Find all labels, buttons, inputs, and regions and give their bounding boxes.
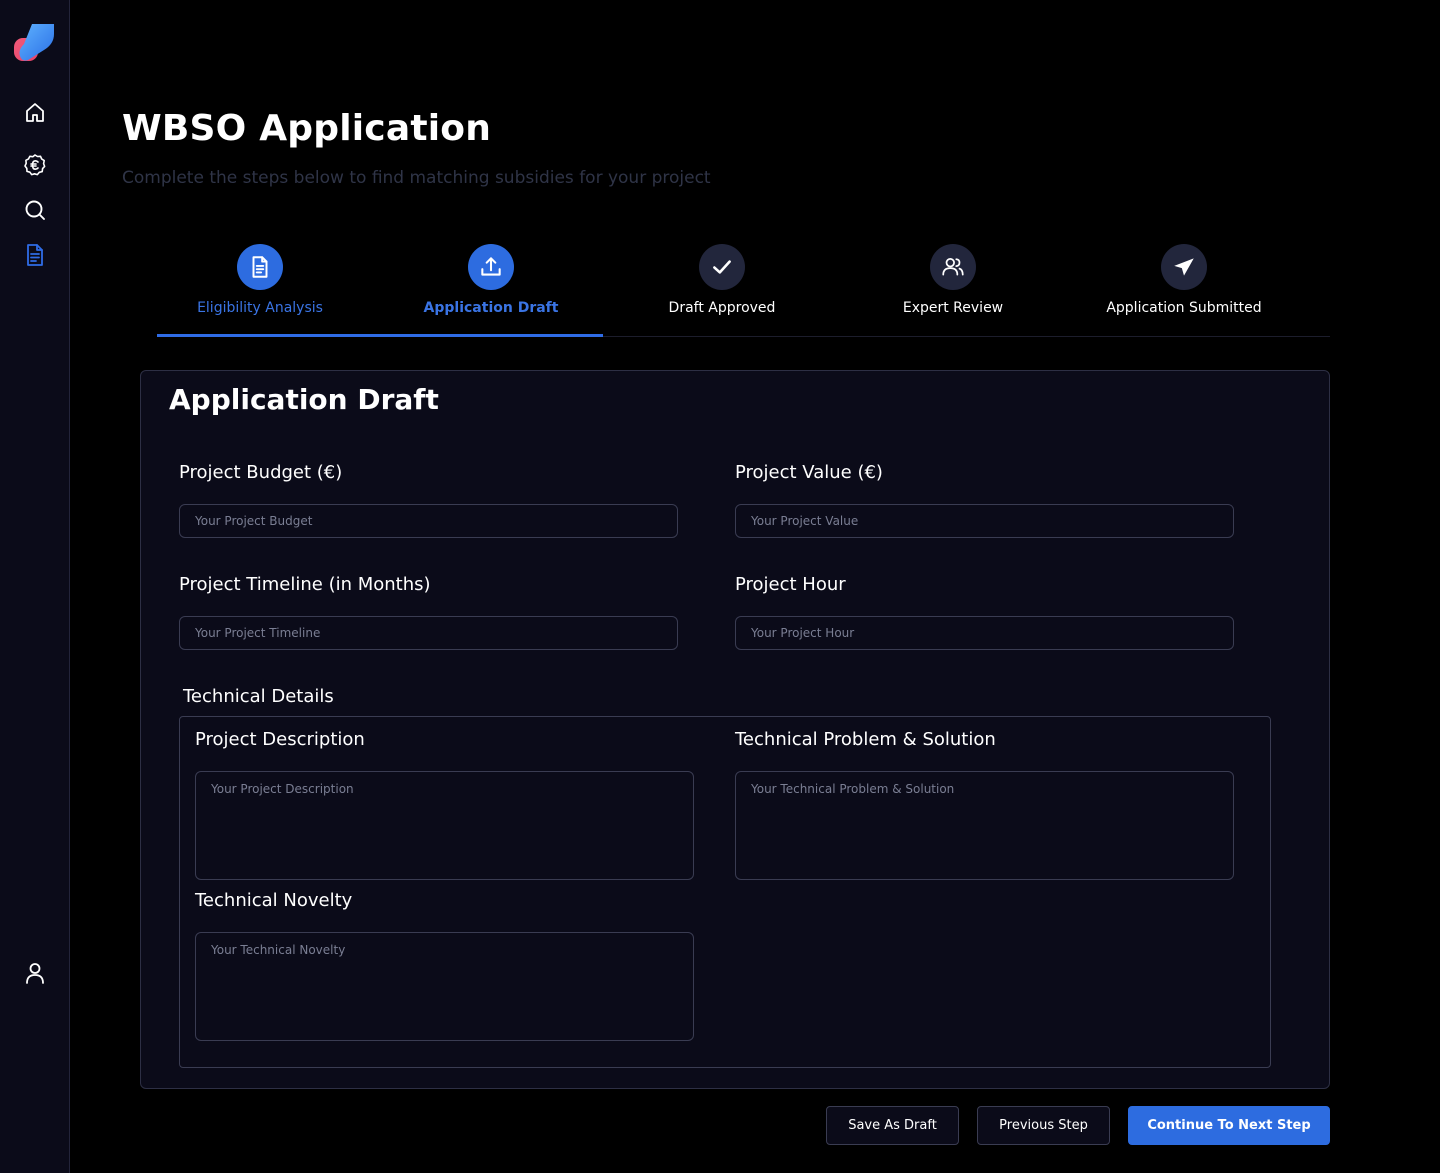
document-icon (237, 244, 283, 290)
project-timeline-input[interactable] (179, 616, 678, 650)
project-value-label: Project Value (€) (735, 462, 883, 483)
project-value-input[interactable] (735, 504, 1234, 538)
card-title: Application Draft (169, 383, 439, 416)
technical-details-section: Project Description Technical Problem & … (179, 716, 1271, 1068)
home-icon[interactable] (22, 100, 48, 126)
send-icon (1161, 244, 1207, 290)
project-description-textarea[interactable] (195, 771, 694, 880)
application-draft-card: Application Draft Project Budget (€) Pro… (140, 370, 1330, 1089)
project-budget-input[interactable] (179, 504, 678, 538)
project-budget-label: Project Budget (€) (179, 462, 343, 483)
step-label: Draft Approved (668, 300, 776, 316)
project-hour-input[interactable] (735, 616, 1234, 650)
project-hour-label: Project Hour (735, 574, 846, 595)
technical-details-label: Technical Details (183, 686, 334, 707)
step-label: Eligibility Analysis (197, 300, 323, 316)
step-label: Expert Review (902, 300, 1004, 316)
project-description-label: Project Description (195, 729, 365, 750)
progress-stepper: Eligibility Analysis Application Draft D… (157, 244, 1330, 338)
step-application-draft[interactable]: Application Draft (376, 244, 606, 316)
page-subtitle: Complete the steps below to find matchin… (122, 168, 711, 188)
step-label: Application Draft (423, 300, 559, 316)
step-label: Application Submitted (1106, 300, 1262, 316)
stepper-progress-bar (157, 334, 603, 337)
step-application-submitted[interactable]: Application Submitted (1069, 244, 1299, 316)
technical-problem-label: Technical Problem & Solution (735, 729, 996, 750)
sidebar (0, 0, 70, 1173)
upload-icon (468, 244, 514, 290)
continue-next-step-button[interactable]: Continue To Next Step (1128, 1106, 1330, 1145)
step-eligibility-analysis[interactable]: Eligibility Analysis (145, 244, 375, 316)
save-as-draft-button[interactable]: Save As Draft (826, 1106, 959, 1145)
project-timeline-label: Project Timeline (in Months) (179, 574, 431, 595)
app-logo[interactable] (14, 24, 56, 62)
user-icon[interactable] (22, 960, 48, 986)
document-icon[interactable] (22, 242, 48, 268)
step-expert-review[interactable]: Expert Review (838, 244, 1068, 316)
euro-coin-icon[interactable] (22, 152, 48, 178)
users-icon (930, 244, 976, 290)
technical-problem-textarea[interactable] (735, 771, 1234, 880)
check-icon (699, 244, 745, 290)
technical-novelty-textarea[interactable] (195, 932, 694, 1041)
search-icon[interactable] (22, 197, 48, 223)
technical-novelty-label: Technical Novelty (195, 890, 353, 911)
previous-step-button[interactable]: Previous Step (977, 1106, 1110, 1145)
step-draft-approved[interactable]: Draft Approved (607, 244, 837, 316)
page-title: WBSO Application (122, 108, 492, 149)
